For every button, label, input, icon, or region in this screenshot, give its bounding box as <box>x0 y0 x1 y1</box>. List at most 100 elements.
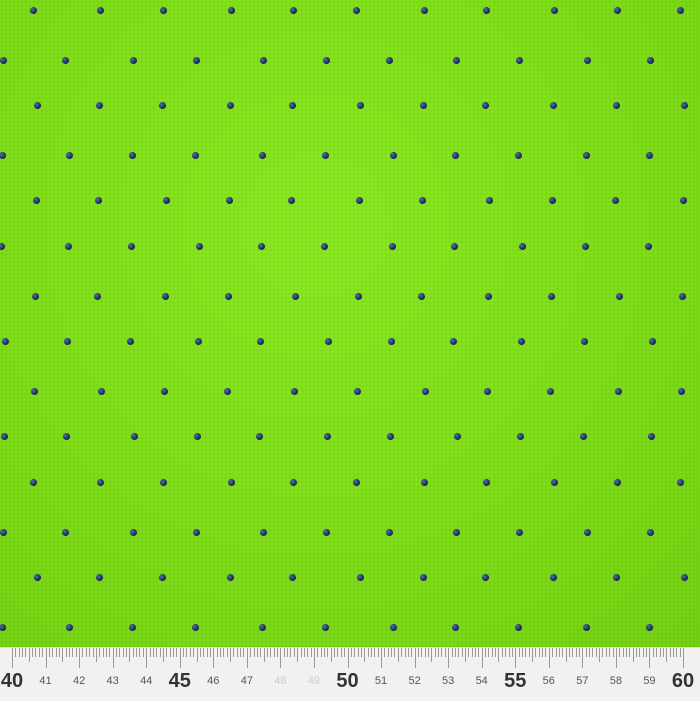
sequin-dot <box>357 101 364 109</box>
sequin-dot <box>515 624 523 632</box>
sequin-dot <box>192 528 200 536</box>
ruler-tick <box>220 648 221 657</box>
ruler-tick <box>324 648 325 657</box>
sequin-dot <box>97 6 105 14</box>
ruler-tick <box>179 648 181 668</box>
ruler-tick <box>471 648 473 657</box>
ruler-tick <box>320 648 322 657</box>
ruler-tick <box>18 648 20 657</box>
sequin-dot <box>0 624 6 632</box>
sequin-dot <box>551 6 559 14</box>
ruler-tick <box>384 648 386 657</box>
sequin-dot <box>225 197 233 205</box>
sequin-dot <box>33 101 41 109</box>
ruler-tick <box>65 648 67 657</box>
ruler-tick <box>253 648 255 657</box>
ruler-tick <box>22 648 24 657</box>
sequin-dot <box>420 478 428 486</box>
sequin-dot <box>0 152 6 160</box>
ruler-tick <box>72 648 74 657</box>
ruler-tick <box>521 648 523 657</box>
ruler-tick <box>260 648 262 657</box>
ruler-tick <box>565 648 567 662</box>
ruler-tick <box>327 648 329 657</box>
ruler-tick <box>273 648 275 657</box>
ruler-tick <box>337 648 339 657</box>
sequin-dot <box>162 197 170 205</box>
ruler-tick <box>139 648 141 657</box>
sequin-dot <box>454 433 462 441</box>
sequin-dot <box>582 624 590 632</box>
ruler-tick <box>612 648 614 657</box>
ruler-tick <box>277 648 279 657</box>
sequin-dot <box>128 152 136 160</box>
ruler-tick <box>431 648 433 662</box>
ruler-tick <box>203 648 205 657</box>
ruler-tick <box>592 648 594 657</box>
sequin-dot <box>226 573 234 581</box>
ruler-label: 42 <box>72 675 86 687</box>
ruler-tick <box>538 648 540 657</box>
sequin-dot <box>0 433 8 441</box>
sequin-dot <box>354 388 361 396</box>
sequin-dot <box>224 292 232 300</box>
ruler-label: 44 <box>140 675 153 687</box>
ruler-label: 51 <box>374 675 388 687</box>
sequin-dot <box>549 197 557 205</box>
sequin-dot <box>324 433 331 441</box>
ruler-tick <box>558 648 560 657</box>
ruler-tick <box>28 648 30 662</box>
sequin-dot <box>62 56 70 64</box>
ruler-tick <box>585 648 587 657</box>
ruler-tick <box>142 648 144 657</box>
ruler-tick <box>615 648 617 668</box>
sequin-dot <box>290 478 298 486</box>
ruler-tick <box>176 648 178 657</box>
sequin-dot <box>227 6 235 14</box>
ruler-tick <box>105 648 107 657</box>
sequin-dot <box>389 152 397 160</box>
ruler-tick <box>199 648 201 657</box>
sequin-dot <box>290 6 298 14</box>
ruler-tick <box>679 648 681 657</box>
ruler-label: 49 <box>307 675 321 687</box>
ruler-tick <box>478 648 480 657</box>
ruler-tick <box>129 648 131 662</box>
ruler-tick <box>162 648 164 662</box>
ruler-tick <box>622 648 624 657</box>
ruler-tick <box>173 648 175 657</box>
sequin-dot <box>420 6 428 14</box>
sequin-dot <box>256 433 264 441</box>
ruler-tick <box>451 648 453 657</box>
ruler-tick <box>156 648 158 657</box>
ruler-tick <box>236 648 238 657</box>
sequin-dot <box>323 528 330 536</box>
sequin-dot <box>62 528 70 536</box>
ruler-label: 59 <box>643 675 656 687</box>
ruler-label: 57 <box>576 675 589 687</box>
ruler-tick <box>518 648 520 657</box>
ruler-tick <box>32 648 34 657</box>
ruler-tick <box>488 648 490 657</box>
ruler-tick <box>340 648 342 657</box>
sequin-dot <box>387 337 395 345</box>
sequin-dot <box>66 152 74 160</box>
sequin-dot <box>485 292 493 300</box>
ruler-tick <box>303 648 305 657</box>
ruler-tick <box>377 648 379 657</box>
ruler-tick <box>213 648 215 668</box>
sequin-dot <box>644 242 652 250</box>
sequin-dot <box>551 478 559 486</box>
ruler-tick <box>95 648 97 662</box>
ruler-label: 54 <box>475 675 488 687</box>
sequin-dot <box>260 56 268 64</box>
ruler-tick <box>515 648 517 668</box>
ruler-tick <box>216 648 218 657</box>
sequin-dot <box>226 101 234 109</box>
ruler-tick <box>535 648 537 657</box>
sequin-dot <box>483 6 491 14</box>
ruler-tick <box>454 648 456 657</box>
ruler-tick <box>69 648 71 657</box>
sequin-dot <box>96 101 104 109</box>
ruler-tick <box>609 648 611 657</box>
